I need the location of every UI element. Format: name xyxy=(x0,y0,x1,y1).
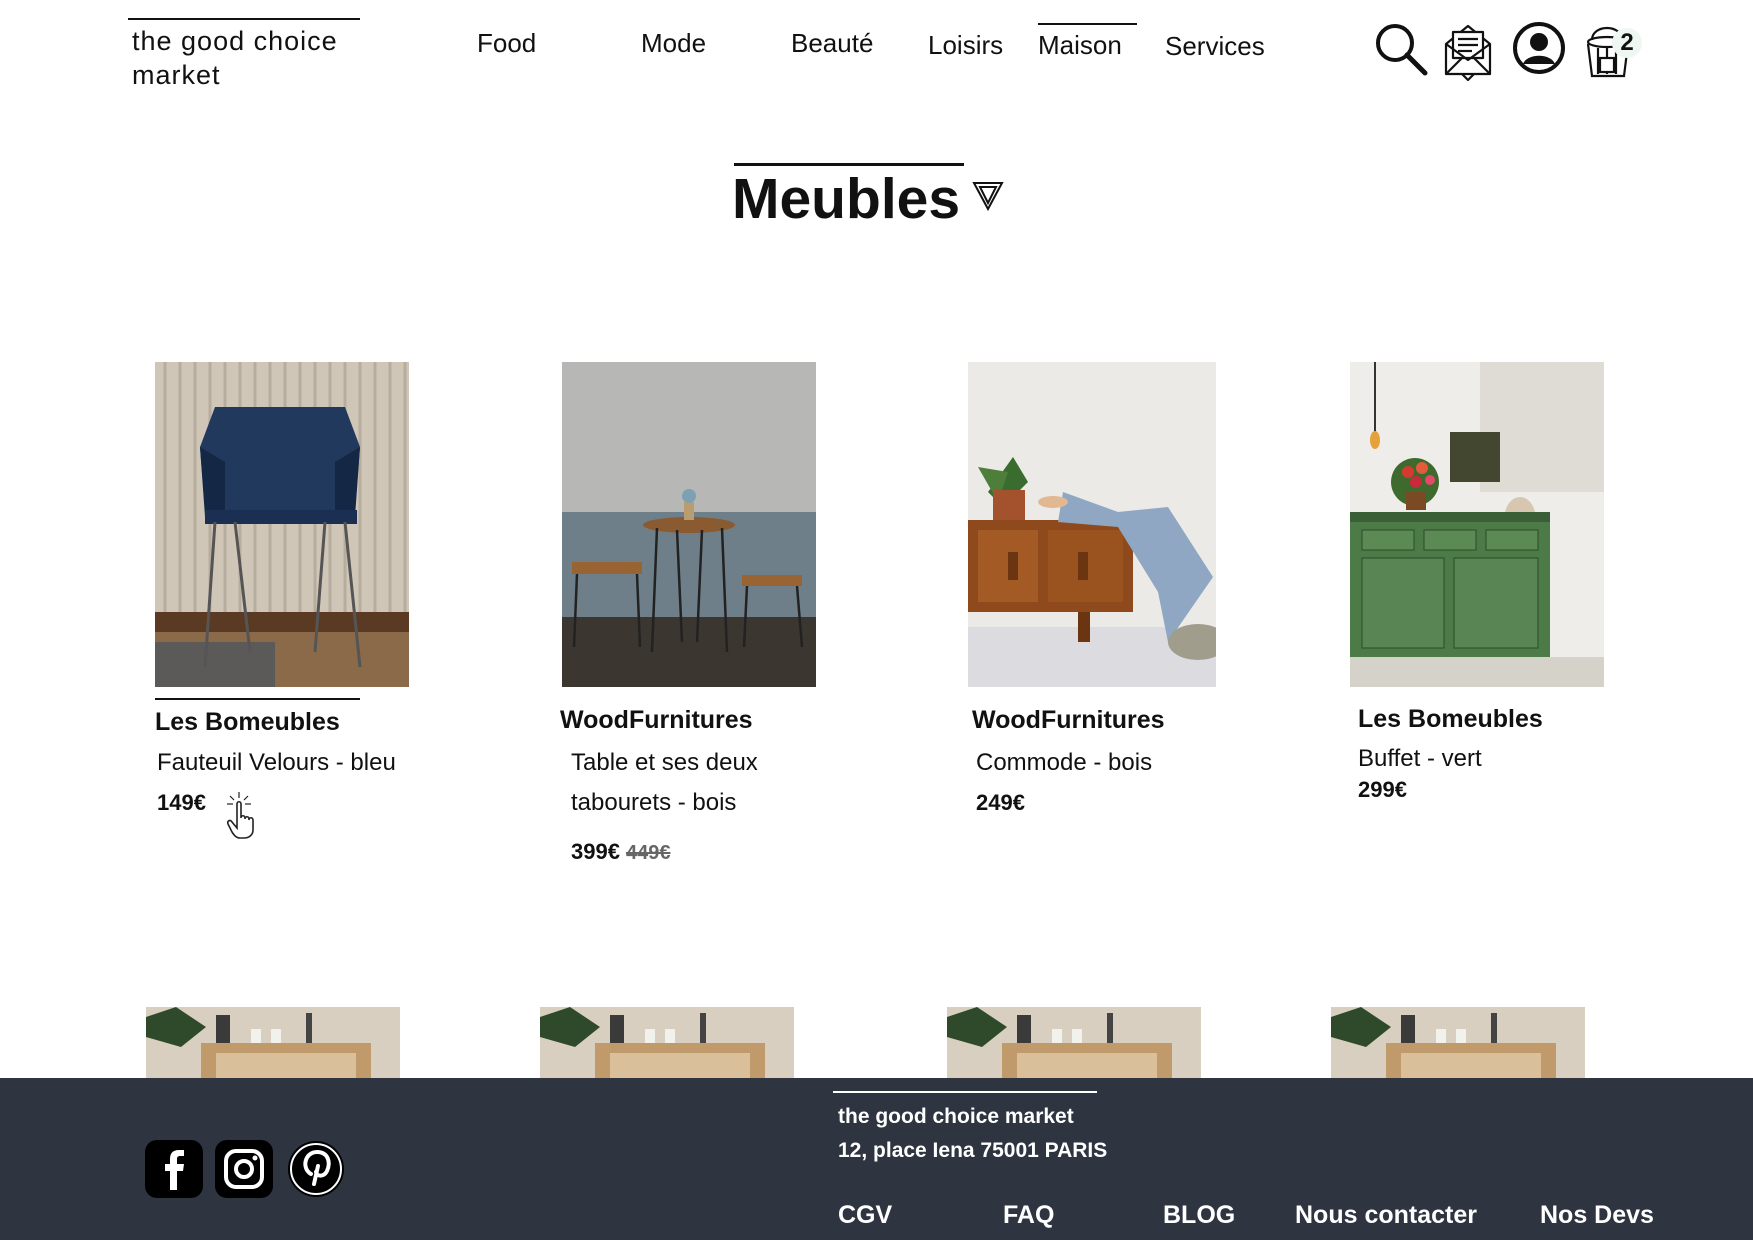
product-brand: Les Bomeubles xyxy=(1358,705,1543,733)
footer-address: 12, place Iena 75001 PARIS xyxy=(838,1139,1108,1162)
cart-count-badge: 2 xyxy=(1612,28,1642,58)
product-image-dresser[interactable] xyxy=(968,362,1216,687)
product-image-cabinet[interactable] xyxy=(947,1007,1201,1079)
product-price: 149€ xyxy=(157,790,206,815)
brand-line-1: the good choice xyxy=(132,26,338,56)
hand-pointer-icon xyxy=(224,790,264,840)
instagram-icon[interactable] xyxy=(215,1140,273,1198)
product-price-current: 399€ xyxy=(571,839,620,864)
footer-link-contact[interactable]: Nous contacter xyxy=(1295,1198,1477,1232)
brand-line-2: market xyxy=(132,60,221,90)
nav-active-indicator xyxy=(1038,23,1137,25)
product-image-table[interactable] xyxy=(562,362,816,687)
nav-item-maison[interactable]: Maison xyxy=(1038,28,1122,62)
brand-logo[interactable]: the good choice market xyxy=(132,24,392,92)
nav-item-services[interactable]: Services xyxy=(1165,29,1265,63)
mail-icon[interactable] xyxy=(1442,20,1494,82)
product-image-armchair[interactable] xyxy=(155,362,409,687)
footer-link-cgv[interactable]: CGV xyxy=(838,1198,892,1232)
facebook-icon[interactable] xyxy=(145,1140,203,1198)
footer-brand: the good choice market xyxy=(838,1105,1074,1128)
product-brand: WoodFurnitures xyxy=(972,706,1165,734)
product-price: 249€ xyxy=(976,790,1025,815)
brand-rule xyxy=(128,18,360,20)
product-name[interactable]: Commode - bois xyxy=(976,743,1206,783)
product-image-cabinet[interactable] xyxy=(1331,1007,1585,1079)
product-image-sideboard[interactable] xyxy=(1350,362,1604,687)
pinterest-icon[interactable] xyxy=(287,1140,345,1198)
product-name[interactable]: Buffet - vert xyxy=(1358,739,1588,779)
product-price: 399€ 449€ xyxy=(571,838,670,867)
product-name[interactable]: Fauteuil Velours - bleu xyxy=(157,743,417,783)
nav-item-food[interactable]: Food xyxy=(477,26,536,60)
page-title: Meubles xyxy=(732,167,961,231)
product-card-rule xyxy=(155,698,360,700)
nav-item-loisirs[interactable]: Loisirs xyxy=(928,28,1003,62)
product-brand: Les Bomeubles xyxy=(155,708,340,736)
product-name[interactable]: Table et ses deux tabourets - bois xyxy=(571,743,781,823)
footer-rule xyxy=(833,1091,1097,1093)
footer-link-devs[interactable]: Nos Devs xyxy=(1540,1198,1654,1232)
product-price-old: 449€ xyxy=(625,842,671,864)
nav-item-beaute[interactable]: Beauté xyxy=(791,26,873,60)
user-icon[interactable] xyxy=(1512,21,1566,75)
footer-link-faq[interactable]: FAQ xyxy=(1003,1198,1054,1232)
search-icon[interactable] xyxy=(1372,20,1430,78)
nav-item-mode[interactable]: Mode xyxy=(641,26,706,60)
product-price: 299€ xyxy=(1358,777,1407,802)
product-image-cabinet[interactable] xyxy=(146,1007,400,1079)
product-image-cabinet[interactable] xyxy=(540,1007,794,1079)
product-brand: WoodFurnitures xyxy=(560,706,753,734)
triangle-dropdown-icon[interactable] xyxy=(972,180,1004,212)
footer-link-blog[interactable]: BLOG xyxy=(1163,1198,1235,1232)
